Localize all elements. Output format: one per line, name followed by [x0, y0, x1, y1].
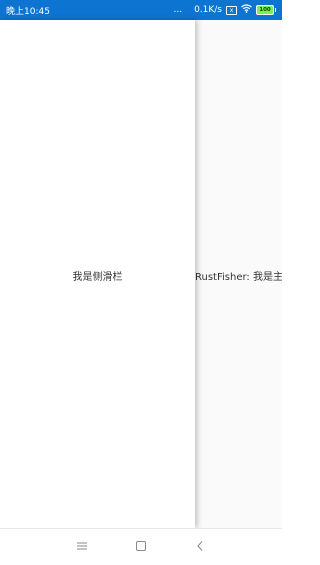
status-indicators: ... 0.1K/s x 100 [173, 4, 276, 16]
status-bar: 晚上10:45 ... 0.1K/s x 100 [0, 0, 282, 20]
more-notifications-icon: ... [173, 4, 183, 15]
status-time: 晚上10:45 [6, 6, 50, 17]
battery-icon: 100 [256, 5, 276, 15]
navigation-bar [0, 528, 282, 565]
main-content-text: RustFisher: 我是主 [195, 272, 282, 283]
home-square-icon[interactable] [134, 539, 148, 553]
back-icon[interactable] [193, 539, 207, 553]
network-speed: 0.1K/s [194, 5, 222, 15]
wifi-icon [241, 4, 252, 16]
sim-card-icon: x [226, 5, 237, 15]
battery-level: 100 [256, 5, 274, 15]
drawer-label: 我是侧滑栏 [72, 272, 123, 283]
phone-screen: 晚上10:45 ... 0.1K/s x 100 RustFisher: 我是主 [0, 0, 282, 565]
side-drawer[interactable]: 我是侧滑栏 [0, 20, 195, 528]
menu-icon[interactable] [75, 539, 89, 553]
